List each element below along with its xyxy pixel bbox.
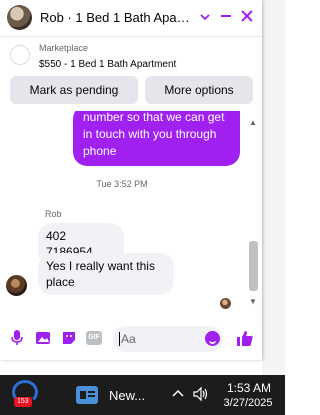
message-list: number so that we can get in touch with … [0,111,244,315]
messenger-chat-window: Rob · 1 Bed 1 Bath Apartm... Marketplace… [0,0,262,360]
message-timestamp: Tue 3:52 PM [96,179,148,189]
scroll-down-arrow-icon[interactable]: ▼ [249,297,257,306]
close-icon[interactable] [241,9,253,25]
more-options-button[interactable]: More options [145,76,253,104]
windows-taskbar: 153 New... 1:53 AM 3/27/2025 [0,375,285,415]
image-icon[interactable] [35,330,51,346]
scrollbar-thumb[interactable] [249,241,258,291]
listing-title[interactable]: $550 - 1 Bed 1 Bath Apartment [39,59,176,70]
microphone-icon[interactable] [9,330,25,346]
gif-icon[interactable]: GIF [86,331,102,345]
clock-date[interactable]: 3/27/2025 [220,397,276,409]
background-panel [262,0,285,375]
clock-time[interactable]: 1:53 AM [224,381,274,395]
notification-badge: 153 [14,397,32,407]
chat-header[interactable]: Rob · 1 Bed 1 Bath Apartm... [0,0,262,37]
chevron-down-icon[interactable] [200,9,210,25]
message-scrollbar[interactable]: ▲ ▼ [246,116,260,311]
mark-as-pending-button[interactable]: Mark as pending [10,76,138,104]
sticker-icon[interactable] [61,330,77,346]
text-cursor [119,332,120,346]
minimize-icon[interactable] [220,9,232,25]
seen-indicator-avatar [220,298,231,309]
emoji-icon[interactable] [205,331,220,346]
volume-icon[interactable] [192,386,210,405]
marketplace-label: Marketplace [39,43,89,53]
show-hidden-icons-chevron-icon[interactable] [172,387,184,401]
sender-name: Rob [45,209,62,219]
avatar[interactable] [7,5,32,30]
outgoing-message[interactable]: number so that we can get in touch with … [73,111,240,166]
message-composer: GIF Aa [0,318,262,360]
sender-avatar[interactable] [6,275,27,296]
message-input-placeholder: Aa [121,332,136,346]
taskbar-app-icon[interactable]: 153 [12,380,38,407]
incoming-message[interactable]: Yes I really want this place [38,253,174,295]
like-icon[interactable] [236,329,254,352]
chat-title[interactable]: Rob · 1 Bed 1 Bath Apartm... [40,10,190,25]
news-widget-icon[interactable] [76,386,98,404]
scroll-up-arrow-icon[interactable]: ▲ [249,118,257,127]
message-input[interactable]: Aa [113,326,223,352]
news-widget-label[interactable]: New... [109,388,145,403]
listing-thumbnail[interactable] [10,45,30,65]
